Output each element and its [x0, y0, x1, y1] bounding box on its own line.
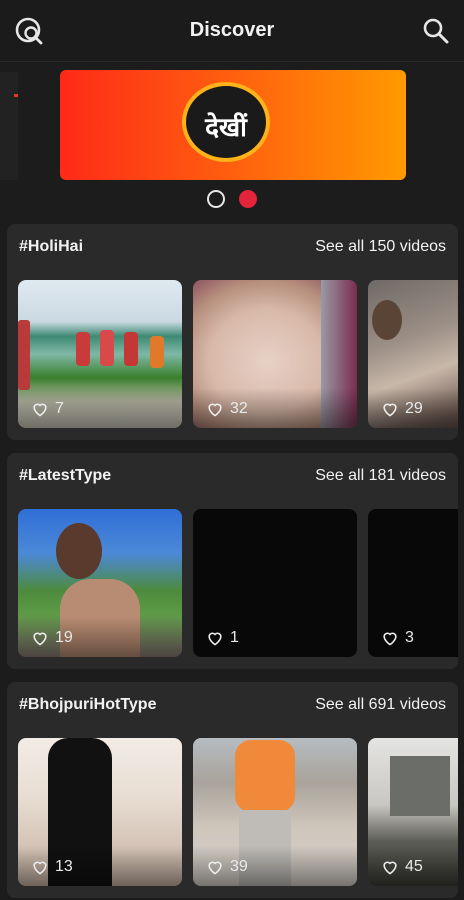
like-count: 19 [31, 629, 73, 647]
video-thumbnail[interactable]: 13 [18, 738, 182, 886]
heart-icon [208, 861, 222, 875]
like-count-value: 3 [405, 629, 414, 646]
heart-icon [33, 632, 47, 646]
like-count-value: 1 [230, 629, 239, 646]
page-title: Discover [189, 19, 275, 41]
video-row: 13 39 45 [18, 738, 458, 886]
like-count: 32 [206, 400, 248, 418]
hashtag-title[interactable]: #HoliHai [19, 238, 83, 256]
like-count: 1 [206, 629, 239, 647]
see-all-link[interactable]: See all 181 videos [315, 467, 446, 485]
pager-dot[interactable] [206, 190, 225, 208]
brand-logo-text: देखीं [205, 113, 247, 143]
like-count: 7 [31, 400, 64, 418]
see-all-link[interactable]: See all 150 videos [315, 238, 446, 256]
hashtag-section: #LatestType See all 181 videos 19 1 3 [7, 453, 458, 669]
carousel-pager [0, 190, 464, 210]
pager-dot-active[interactable] [239, 190, 258, 208]
video-thumbnail[interactable]: 29 [368, 280, 458, 428]
previous-banner-peek [0, 72, 18, 180]
heart-icon [33, 403, 47, 417]
like-count: 29 [381, 400, 423, 418]
heart-icon [33, 861, 47, 875]
video-thumbnail[interactable]: 3 [368, 509, 458, 657]
hashtag-section: #HoliHai See all 150 videos 7 32 29 [7, 224, 458, 440]
video-thumbnail[interactable]: 32 [193, 280, 357, 428]
like-count-value: 39 [230, 858, 248, 875]
like-count-value: 45 [405, 858, 423, 875]
video-row: 7 32 29 [18, 280, 458, 428]
like-count-value: 13 [55, 858, 73, 875]
like-count-value: 29 [405, 400, 423, 417]
video-thumbnail[interactable]: 39 [193, 738, 357, 886]
like-count-value: 32 [230, 400, 248, 417]
heart-icon [383, 861, 397, 875]
video-row: 19 1 3 [18, 509, 458, 657]
brand-logo: देखीं [182, 82, 270, 162]
top-bar: Discover [0, 0, 464, 62]
hashtag-section: #BhojpuriHotType See all 691 videos 13 3… [7, 682, 458, 898]
like-count-value: 19 [55, 629, 73, 646]
search-icon[interactable] [422, 17, 450, 45]
hashtag-title[interactable]: #BhojpuriHotType [19, 696, 156, 714]
heart-icon [383, 632, 397, 646]
banner-carousel[interactable]: देखीं [0, 62, 464, 220]
like-count: 45 [381, 858, 423, 876]
video-thumbnail[interactable]: 19 [18, 509, 182, 657]
video-thumbnail[interactable]: 7 [18, 280, 182, 428]
hashtag-title[interactable]: #LatestType [19, 467, 111, 485]
like-count-value: 7 [55, 400, 64, 417]
video-thumbnail[interactable]: 1 [193, 509, 357, 657]
video-thumbnail[interactable]: 45 [368, 738, 458, 886]
like-count: 13 [31, 858, 73, 876]
like-count: 39 [206, 858, 248, 876]
see-all-link[interactable]: See all 691 videos [315, 696, 446, 714]
heart-icon [383, 403, 397, 417]
heart-icon [208, 632, 222, 646]
like-count: 3 [381, 629, 414, 647]
heart-icon [208, 403, 222, 417]
banner-slide[interactable]: देखीं [60, 70, 406, 180]
